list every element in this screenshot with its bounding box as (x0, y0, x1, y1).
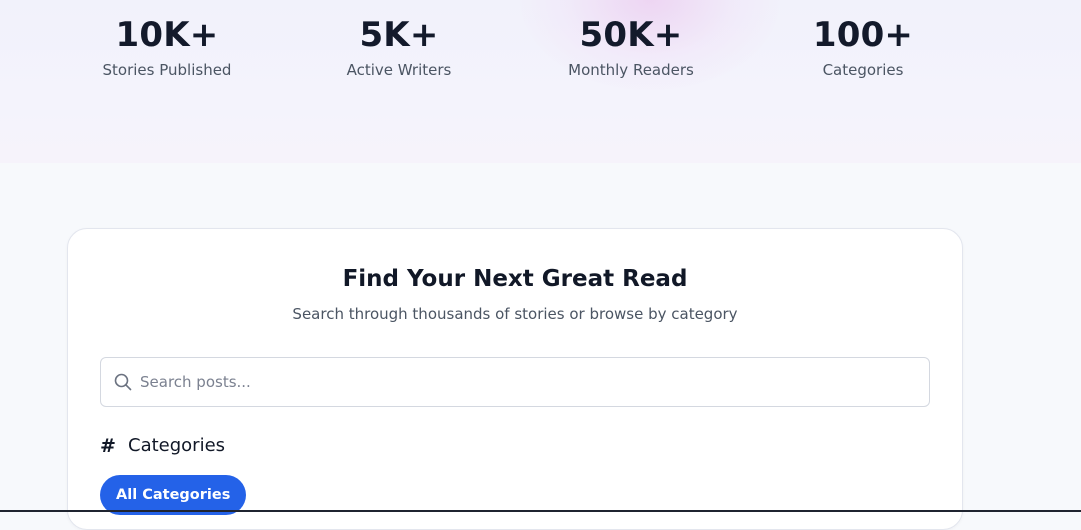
categories-heading-label: Categories (128, 435, 226, 456)
stat-value: 100+ (812, 15, 914, 55)
categories-heading: # Categories (100, 434, 225, 458)
stat-active-writers: 5K+ Active Writers (299, 12, 499, 82)
search-box[interactable] (100, 357, 930, 407)
category-chip-all[interactable]: All Categories (100, 475, 247, 515)
stats-hero: 10K+ Stories Published 5K+ Active Writer… (0, 0, 1081, 163)
stat-value: 5K+ (359, 15, 439, 55)
stat-label: Stories Published (102, 61, 232, 79)
stat-monthly-readers: 50K+ Monthly Readers (531, 12, 731, 82)
hash-icon: # (100, 435, 116, 457)
stat-label: Monthly Readers (568, 61, 694, 79)
search-section-subtitle: Search through thousands of stories or b… (292, 305, 738, 323)
stat-label: Active Writers (346, 61, 452, 79)
stat-stories-published: 10K+ Stories Published (67, 12, 267, 82)
stat-value: 50K+ (579, 15, 683, 55)
search-input[interactable] (140, 358, 920, 406)
search-section-title: Find Your Next Great Read (342, 266, 688, 292)
search-icon (114, 373, 132, 391)
search-card: Find Your Next Great Read Search through… (67, 228, 963, 530)
stat-categories: 100+ Categories (763, 12, 963, 82)
stat-label: Categories (822, 61, 904, 79)
stat-value: 10K+ (115, 15, 219, 55)
